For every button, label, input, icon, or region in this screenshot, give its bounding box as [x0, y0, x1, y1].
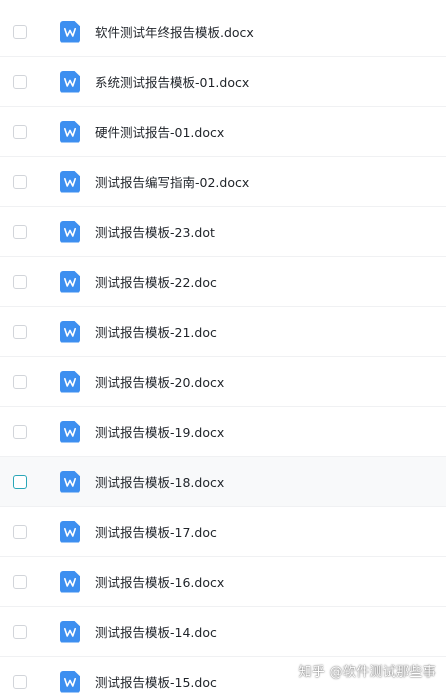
file-name[interactable]: 测试报告模板-22.doc	[95, 272, 217, 291]
select-checkbox[interactable]	[13, 274, 27, 289]
file-row[interactable]: 测试报告模板-18.docx	[0, 457, 446, 507]
file-name[interactable]: 测试报告模板-21.doc	[95, 322, 217, 341]
file-row[interactable]: 硬件测试报告-01.docx	[0, 107, 446, 157]
file-name[interactable]: 测试报告模板-15.doc	[95, 672, 217, 691]
file-name[interactable]: 测试报告模板-23.dot	[95, 222, 215, 241]
select-checkbox[interactable]	[13, 624, 27, 639]
file-name[interactable]: 软件测试年终报告模板.docx	[95, 22, 254, 41]
select-checkbox[interactable]	[13, 224, 27, 239]
file-name[interactable]: 测试报告模板-18.docx	[95, 472, 224, 491]
word-doc-icon	[60, 220, 80, 243]
select-checkbox[interactable]	[13, 324, 27, 339]
file-row[interactable]: 测试报告模板-21.doc	[0, 307, 446, 357]
word-doc-icon	[60, 70, 80, 93]
select-checkbox[interactable]	[13, 124, 27, 139]
select-checkbox[interactable]	[13, 474, 27, 489]
select-checkbox[interactable]	[13, 74, 27, 89]
select-checkbox[interactable]	[13, 674, 27, 689]
select-checkbox[interactable]	[13, 374, 27, 389]
file-name[interactable]: 测试报告模板-20.docx	[95, 372, 224, 391]
select-checkbox[interactable]	[13, 524, 27, 539]
file-name[interactable]: 测试报告模板-17.doc	[95, 522, 217, 541]
word-doc-icon	[60, 670, 80, 693]
word-doc-icon	[60, 420, 80, 443]
file-row[interactable]: 测试报告模板-14.doc	[0, 607, 446, 657]
word-doc-icon	[60, 570, 80, 593]
select-checkbox[interactable]	[13, 174, 27, 189]
word-doc-icon	[60, 270, 80, 293]
watermark: 知乎 @软件测试那些事	[298, 665, 436, 680]
file-row[interactable]: 测试报告模板-16.docx	[0, 557, 446, 607]
file-row[interactable]: 测试报告模板-23.dot	[0, 207, 446, 257]
file-row[interactable]: 测试报告编写指南-02.docx	[0, 157, 446, 207]
file-row[interactable]: 软件测试年终报告模板.docx	[0, 7, 446, 57]
word-doc-icon	[60, 620, 80, 643]
file-name[interactable]: 测试报告模板-16.docx	[95, 572, 224, 591]
select-checkbox[interactable]	[13, 24, 27, 39]
file-row[interactable]: 测试报告模板-20.docx	[0, 357, 446, 407]
file-name[interactable]: 硬件测试报告-01.docx	[95, 122, 224, 141]
file-row[interactable]: 测试报告模板-17.doc	[0, 507, 446, 557]
file-row[interactable]: 测试报告模板-19.docx	[0, 407, 446, 457]
file-row[interactable]: 测试报告模板-22.doc	[0, 257, 446, 307]
word-doc-icon	[60, 320, 80, 343]
word-doc-icon	[60, 170, 80, 193]
file-name[interactable]: 系统测试报告模板-01.docx	[95, 72, 249, 91]
select-checkbox[interactable]	[13, 424, 27, 439]
file-name[interactable]: 测试报告模板-19.docx	[95, 422, 224, 441]
file-name[interactable]: 测试报告模板-14.doc	[95, 622, 217, 641]
word-doc-icon	[60, 20, 80, 43]
word-doc-icon	[60, 520, 80, 543]
word-doc-icon	[60, 470, 80, 493]
file-list: 软件测试年终报告模板.docx 系统测试报告模板-01.docx 硬件测试报告-01…	[0, 0, 446, 694]
file-row[interactable]: 系统测试报告模板-01.docx	[0, 57, 446, 107]
select-checkbox[interactable]	[13, 574, 27, 589]
word-doc-icon	[60, 120, 80, 143]
word-doc-icon	[60, 370, 80, 393]
file-name[interactable]: 测试报告编写指南-02.docx	[95, 172, 249, 191]
